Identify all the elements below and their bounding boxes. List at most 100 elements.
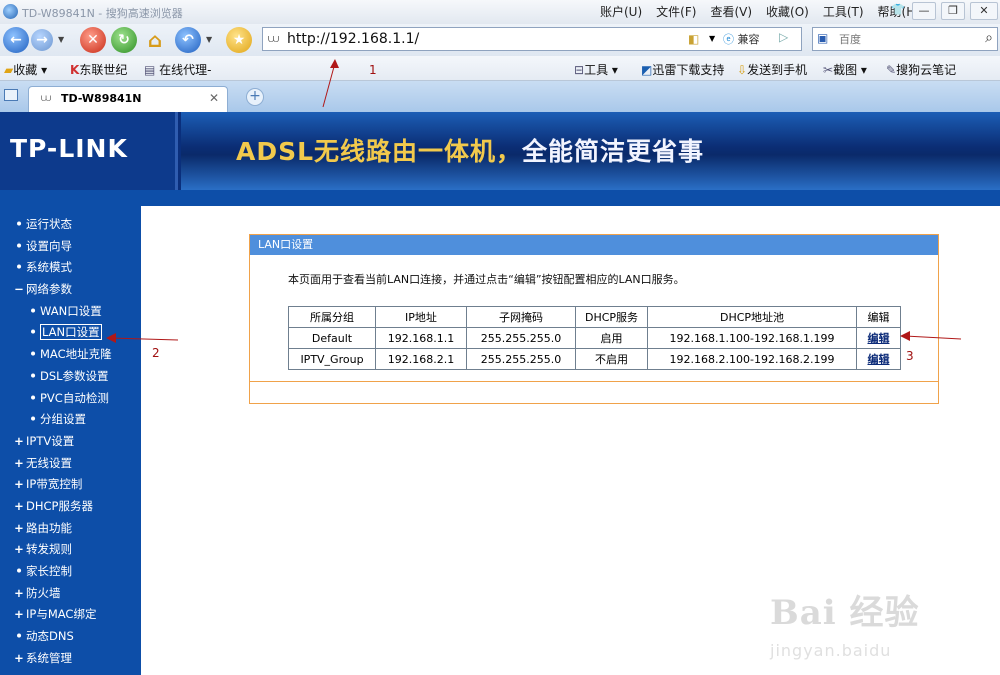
undo-close-button[interactable]: ↶ bbox=[175, 27, 201, 53]
sidebar-item[interactable]: − 网络参数 bbox=[0, 279, 141, 301]
bookmark-send-phone[interactable]: ⇩发送到手机 bbox=[737, 61, 807, 78]
forward-button[interactable]: → bbox=[31, 29, 53, 51]
sidebar-item-label: 网络参数 bbox=[26, 282, 72, 297]
sidebar-item[interactable]: • DSL参数设置 bbox=[0, 366, 141, 388]
minimize-button[interactable]: — bbox=[912, 2, 936, 20]
history-dropdown-icon[interactable]: ▼ bbox=[58, 35, 64, 44]
stop-button[interactable]: ✕ bbox=[80, 27, 106, 53]
address-bar: ⩊ ◧ ▼ ⓔ 兼容 ▷ bbox=[262, 27, 802, 51]
sidebar-item-label: IP与MAC绑定 bbox=[26, 607, 97, 622]
url-input[interactable] bbox=[287, 30, 667, 48]
sidebar-bullet-icon: • bbox=[15, 217, 23, 231]
sidebar-bullet-icon: + bbox=[14, 433, 24, 448]
screenshot-menu[interactable]: ✂截图 ▾ bbox=[823, 61, 867, 78]
favorite-star-icon[interactable]: ★ bbox=[226, 27, 252, 53]
sidebar-item[interactable]: • PVC自动检测 bbox=[0, 388, 141, 410]
url-dropdown-icon[interactable]: ▼ bbox=[709, 34, 715, 43]
sidebar-item[interactable]: • 家长控制 bbox=[0, 561, 141, 583]
sidebar-bullet-icon: • bbox=[29, 325, 37, 340]
tp-link-logo: TP-LINK bbox=[10, 134, 128, 163]
sidebar-item[interactable]: + IP与MAC绑定 bbox=[0, 604, 141, 626]
panel-title: LAN口设置 bbox=[250, 235, 938, 255]
edit-cell: 编辑 bbox=[856, 327, 901, 349]
skin-icon[interactable]: 👕 bbox=[886, 2, 910, 20]
home-icon[interactable]: ⌂ bbox=[142, 27, 168, 53]
search-box: ▣ ⌕ bbox=[812, 27, 998, 51]
sidebar-bullet-icon: • bbox=[29, 303, 37, 318]
sidebar-item[interactable]: • 设置向导 bbox=[0, 236, 141, 258]
bookmark-xunlei[interactable]: ◩迅雷下载支持 bbox=[641, 61, 724, 78]
tools-menu[interactable]: ⊟工具 ▾ bbox=[574, 61, 618, 78]
sidebar-item[interactable]: • 系统模式 bbox=[0, 257, 141, 279]
close-window-button[interactable]: ✕ bbox=[970, 2, 998, 20]
search-icon[interactable]: ⌕ bbox=[985, 30, 993, 46]
scissors-icon: ✂ bbox=[823, 63, 834, 77]
sidebar-item[interactable]: • 动态DNS bbox=[0, 626, 141, 648]
sidebar-item-label: 动态DNS bbox=[26, 629, 74, 644]
sidebar-item[interactable]: + IPTV设置 bbox=[0, 431, 141, 453]
edit-link-default[interactable]: 编辑 bbox=[868, 332, 890, 345]
watermark-logo: Bai 经验 bbox=[770, 593, 920, 633]
xunlei-icon: ◩ bbox=[641, 63, 653, 77]
back-button[interactable]: ← bbox=[3, 27, 29, 53]
group-cell: Default bbox=[288, 327, 376, 349]
banner-part-2: 全能简洁更省事 bbox=[522, 137, 705, 166]
banner: ADSL无线路由一体机，全能简洁更省事 bbox=[181, 112, 1000, 190]
search-input[interactable] bbox=[839, 31, 959, 47]
sidebar-item[interactable]: + 转发规则 bbox=[0, 539, 141, 561]
sidebar-item[interactable]: + 系统管理 bbox=[0, 648, 141, 670]
sidebar-bullet-icon: • bbox=[15, 564, 23, 578]
baidu-paw-icon[interactable]: ▣ bbox=[817, 31, 828, 45]
tab-bar: ⩊ TD-W89841N ✕ + bbox=[0, 81, 1000, 112]
sidebar-toggle-icon[interactable] bbox=[4, 89, 18, 101]
bookmark-donglian[interactable]: K东联世纪 bbox=[70, 61, 127, 78]
tab-router[interactable]: ⩊ TD-W89841N ✕ bbox=[28, 86, 228, 112]
maximize-button[interactable]: ❐ bbox=[941, 2, 965, 20]
sidebar-item[interactable]: + IP带宽控制 bbox=[0, 474, 141, 496]
compat-label: 兼容 bbox=[737, 33, 760, 46]
baidu-watermark: Bai 经验 jingyan.baidu bbox=[770, 585, 1000, 675]
sidebar-item[interactable]: • 运行状态 bbox=[0, 214, 141, 236]
compat-mode-button[interactable]: ⓔ 兼容 bbox=[723, 31, 760, 47]
annotation-label-3: 3 bbox=[906, 349, 914, 363]
bookmark-label: 工具 bbox=[584, 63, 609, 77]
table-row: Default 192.168.1.1 255.255.255.0 启用 192… bbox=[288, 327, 901, 349]
refresh-button[interactable]: ↻ bbox=[111, 27, 137, 53]
bookmark-favorites[interactable]: ▰收藏 ▾ bbox=[4, 61, 47, 78]
go-button[interactable]: ▷ bbox=[779, 30, 788, 44]
rss-icon[interactable]: ◧ bbox=[688, 32, 699, 46]
menu-account[interactable]: 账户(U) bbox=[600, 3, 642, 20]
new-tab-button[interactable]: + bbox=[246, 88, 264, 106]
sidebar-item[interactable]: + 防火墙 bbox=[0, 583, 141, 605]
sidebar-item[interactable]: + 路由功能 bbox=[0, 518, 141, 540]
bookmark-cloud-note[interactable]: ✎搜狗云笔记 bbox=[886, 61, 956, 78]
sidebar-item[interactable]: + DHCP服务器 bbox=[0, 496, 141, 518]
sidebar-bullet-icon: • bbox=[29, 390, 37, 405]
sidebar-item[interactable]: • WAN口设置 bbox=[0, 301, 141, 323]
sidebar-item[interactable]: + 无线设置 bbox=[0, 453, 141, 475]
column-header: 编辑 bbox=[856, 306, 901, 328]
lan-settings-panel: LAN口设置 本页面用于查看当前LAN口连接，并通过点击“编辑”按钮配置相应的L… bbox=[249, 234, 939, 404]
tab-label: TD-W89841N bbox=[61, 92, 142, 105]
pool-cell: 192.168.2.100-192.168.2.199 bbox=[647, 348, 857, 370]
bookmark-label: 收藏 bbox=[13, 63, 38, 77]
sidebar-bullet-icon: + bbox=[14, 455, 24, 470]
menu-view[interactable]: 查看(V) bbox=[710, 3, 752, 20]
edit-link-iptv[interactable]: 编辑 bbox=[868, 353, 890, 366]
ip-cell: 192.168.1.1 bbox=[375, 327, 467, 349]
undo-dropdown-icon[interactable]: ▼ bbox=[206, 35, 212, 44]
sidebar-item-label: 运行状态 bbox=[26, 217, 72, 231]
bookmarks-bar: ▰收藏 ▾ K东联世纪 ▤ 在线代理- ⊟工具 ▾ ◩迅雷下载支持 ⇩发送到手机… bbox=[0, 56, 1000, 81]
title-bar: TD-W89841N - 搜狗高速浏览器 账户(U) 文件(F) 查看(V) 收… bbox=[0, 0, 1000, 24]
header-band bbox=[0, 190, 1000, 206]
menu-favorites[interactable]: 收藏(O) bbox=[766, 3, 809, 20]
sidebar-item[interactable]: • 分组设置 bbox=[0, 409, 141, 431]
bookmark-proxy[interactable]: ▤ 在线代理- bbox=[144, 61, 212, 78]
menu-file[interactable]: 文件(F) bbox=[656, 3, 696, 20]
close-tab-icon[interactable]: ✕ bbox=[209, 91, 219, 105]
sidebar-bullet-icon: + bbox=[14, 585, 24, 600]
bookmark-label: 截图 bbox=[833, 63, 858, 77]
menu-tools[interactable]: 工具(T) bbox=[823, 3, 864, 20]
sidebar-bullet-icon: + bbox=[14, 650, 24, 665]
sidebar-bullet-icon: • bbox=[15, 629, 23, 644]
